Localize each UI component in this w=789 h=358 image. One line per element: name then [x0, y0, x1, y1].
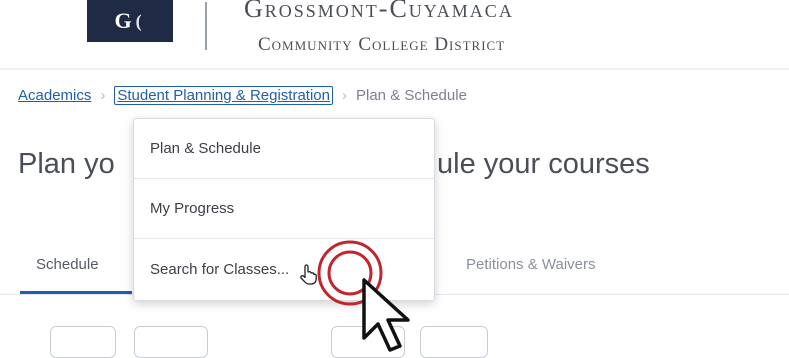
header-divider: [0, 68, 789, 70]
breadcrumb-student-planning[interactable]: Student Planning & Registration: [114, 86, 333, 105]
toolbar-button[interactable]: [50, 326, 116, 358]
menu-item-my-progress[interactable]: My Progress: [134, 179, 434, 239]
toolbar-button[interactable]: [134, 326, 208, 358]
breadcrumb-academics[interactable]: Academics: [18, 87, 91, 104]
logo-letter-g: G: [114, 8, 136, 33]
breadcrumb-separator: ›: [100, 87, 106, 104]
org-name-line2: Community College District: [258, 34, 506, 55]
college-logo[interactable]: G (: [87, 0, 173, 42]
logo-letter-c: (: [135, 10, 146, 31]
active-tab-indicator: [20, 291, 132, 294]
logo-divider: [205, 2, 207, 50]
menu-item-plan-schedule[interactable]: Plan & Schedule: [134, 119, 434, 179]
tab-petitions-waivers[interactable]: Petitions & Waivers: [466, 256, 596, 273]
arrow-pointer-icon: [362, 278, 410, 352]
org-name-line1: Grossmont-Cuyamaca: [244, 0, 514, 23]
site-header: G ( Grossmont-Cuyamaca Community College…: [0, 0, 789, 70]
breadcrumb-separator: ›: [342, 87, 347, 104]
student-planning-dropdown: Plan & Schedule My Progress Search for C…: [133, 118, 435, 301]
tab-schedule[interactable]: Schedule: [36, 256, 99, 273]
page-title: Plan yo: [18, 148, 115, 180]
hand-pointer-icon: [300, 264, 317, 285]
toolbar-button[interactable]: [420, 326, 488, 358]
breadcrumb: Academics › Student Planning & Registratio…: [18, 86, 467, 105]
page-title-continued: ule your courses: [437, 148, 650, 180]
breadcrumb-current: Plan & Schedule: [356, 87, 467, 104]
